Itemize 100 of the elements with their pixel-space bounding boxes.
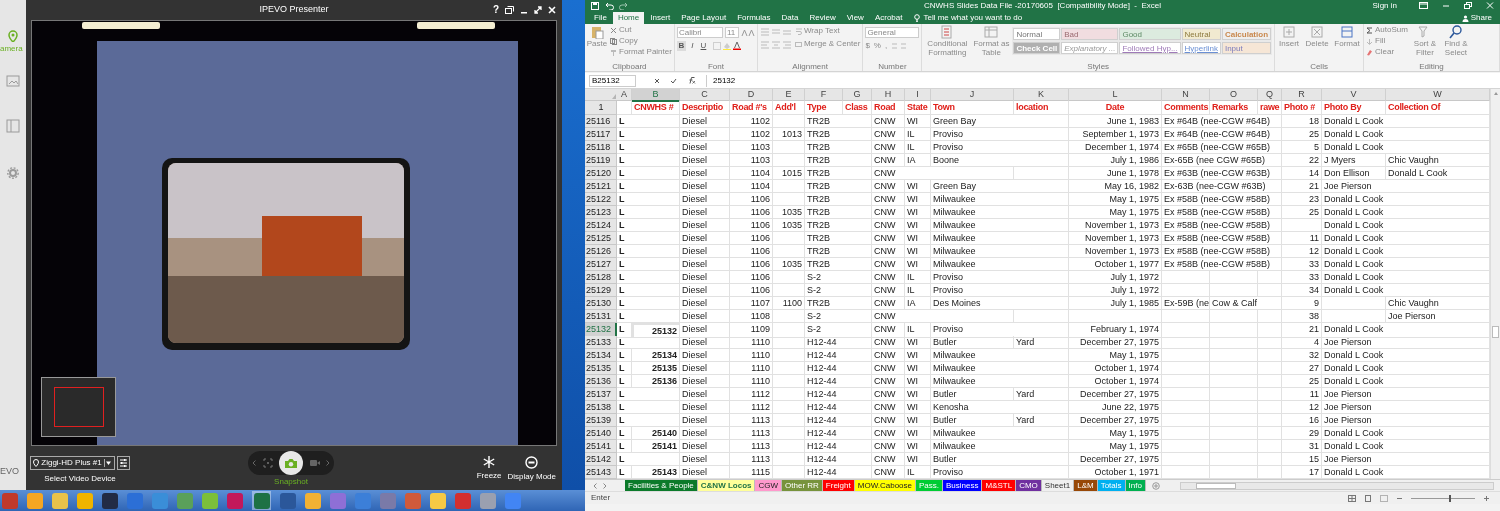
table-cell[interactable]: Diesel (680, 219, 730, 232)
table-cell[interactable]: November 1, 1973 (1069, 219, 1162, 232)
table-cell[interactable]: S-2 (805, 323, 872, 338)
table-cell[interactable]: 21 (1282, 180, 1322, 193)
empty-cell[interactable] (773, 284, 805, 297)
table-cell[interactable]: 1109 (730, 323, 773, 338)
table-cell[interactable]: TR2B (805, 206, 872, 219)
ribbon-tab[interactable]: Formulas (732, 12, 776, 24)
empty-cell[interactable] (773, 414, 805, 427)
table-cell[interactable]: CNW (872, 336, 905, 349)
row-number[interactable]: 25118 (585, 141, 617, 154)
table-cell[interactable]: CNW (872, 271, 905, 284)
table-cell[interactable]: December 27, 1975 (1069, 414, 1162, 427)
empty-cell[interactable] (773, 245, 805, 258)
table-cell[interactable]: CNW (872, 349, 905, 362)
table-cell[interactable]: WI (905, 219, 931, 232)
table-cell[interactable]: CNW (872, 167, 1014, 180)
table-cell[interactable]: Ex #64B (nee-CGW #64B) (1162, 115, 1282, 128)
horizontal-align-icon[interactable] (759, 41, 792, 49)
table-cell[interactable]: Joe Pierson (1322, 180, 1490, 193)
table-cell[interactable]: Diesel (680, 453, 730, 466)
table-cell[interactable]: Des Moines (931, 297, 1069, 310)
table-cell[interactable]: Joe Pierson (1322, 336, 1490, 349)
table-cell[interactable]: H12-44 (805, 440, 872, 453)
table-cell[interactable]: October 1, 1974 (1069, 375, 1162, 388)
table-cell[interactable]: 1113 (730, 453, 773, 466)
empty-cell[interactable] (773, 180, 805, 193)
table-cell[interactable]: Diesel (680, 375, 730, 388)
table-cell[interactable]: 11 (1282, 388, 1322, 401)
table-cell[interactable]: L (617, 284, 680, 297)
table-cell[interactable]: H12-44 (805, 427, 872, 440)
empty-cell[interactable] (773, 349, 805, 362)
table-cell[interactable]: Donald L Cook (1322, 219, 1490, 232)
empty-cell[interactable] (773, 362, 805, 375)
table-cell[interactable]: Milwaukee (931, 440, 1069, 453)
table-cell[interactable]: 27 (1282, 362, 1322, 375)
row-number[interactable]: 25143 (585, 466, 617, 479)
table-cell[interactable]: L (617, 206, 680, 219)
page-break-icon[interactable] (1380, 494, 1388, 502)
table-cell[interactable]: 25141 (632, 440, 680, 453)
table-cell[interactable]: CNW (872, 414, 905, 427)
horizontal-scrollbar[interactable] (1179, 481, 1494, 490)
table-cell[interactable]: Donald L Cook (1322, 375, 1490, 388)
empty-cell[interactable] (1162, 310, 1210, 323)
table-cell[interactable]: Ex #64B (nee-CGW #64B) (1162, 128, 1282, 141)
table-cell[interactable]: WI (905, 180, 931, 193)
table-cell[interactable]: Donald L Cook (1322, 206, 1490, 219)
column-letter[interactable]: C (680, 89, 730, 102)
fill-color-icon[interactable] (722, 42, 731, 50)
table-cell[interactable]: L (617, 297, 680, 310)
table-cell[interactable]: Proviso (931, 323, 1069, 338)
table-cell[interactable]: Ex #58B (nee-CGW #58B) (1162, 232, 1282, 245)
table-cell[interactable]: 38 (1282, 310, 1322, 323)
column-letter[interactable]: G (843, 89, 872, 102)
table-cell[interactable]: 1106 (730, 206, 773, 219)
empty-cell[interactable] (773, 115, 805, 128)
empty-cell[interactable] (1258, 271, 1282, 284)
table-cell[interactable]: IL (905, 323, 931, 338)
normal-view-icon[interactable] (1348, 494, 1356, 502)
empty-cell[interactable] (1162, 427, 1210, 440)
name-box[interactable]: B25132 (589, 74, 636, 87)
empty-cell[interactable] (1162, 362, 1210, 375)
zoom-slider[interactable] (1411, 494, 1475, 502)
row-number[interactable]: 25121 (585, 180, 617, 193)
vertical-align-icon[interactable] (759, 28, 792, 36)
table-cell[interactable]: WI (905, 193, 931, 206)
empty-cell[interactable] (773, 388, 805, 401)
table-cell[interactable]: 25 (1282, 375, 1322, 388)
table-cell[interactable]: L (617, 271, 680, 284)
maximize-icon[interactable] (534, 5, 542, 14)
empty-cell[interactable] (1282, 219, 1322, 232)
table-cell[interactable]: CNW (872, 128, 905, 141)
empty-cell[interactable] (1210, 414, 1258, 427)
empty-cell[interactable] (1210, 388, 1258, 401)
ribbon-tab[interactable]: Review (804, 12, 841, 24)
share-button[interactable]: Share (1461, 12, 1492, 24)
column-letter[interactable]: B (632, 89, 680, 102)
table-cell[interactable]: Diesel (680, 128, 730, 141)
row-number[interactable]: 25119 (585, 154, 617, 167)
table-cell[interactable]: June 22, 1975 (1069, 401, 1162, 414)
row-number[interactable]: 25124 (585, 219, 617, 232)
table-cell[interactable]: 14 (1282, 167, 1322, 180)
scrollbar-thumb[interactable] (1195, 482, 1236, 489)
empty-cell[interactable] (773, 401, 805, 414)
table-cell[interactable]: TR2B (805, 245, 872, 258)
empty-cell[interactable] (773, 310, 805, 323)
table-cell[interactable]: Diesel (680, 388, 730, 401)
bold-button[interactable]: B (676, 41, 686, 51)
row-number[interactable]: 25116 (585, 115, 617, 128)
table-cell[interactable]: H12-44 (805, 401, 872, 414)
table-cell[interactable]: TR2B (805, 180, 872, 193)
table-cell[interactable]: Yard (1014, 336, 1069, 349)
empty-cell[interactable] (1258, 310, 1282, 323)
empty-cell[interactable] (1322, 297, 1386, 310)
table-cell[interactable]: L (617, 232, 680, 245)
comma-button[interactable]: , (884, 41, 888, 51)
row-number[interactable]: 25123 (585, 206, 617, 219)
row-number[interactable]: 25126 (585, 245, 617, 258)
table-cell[interactable]: November 1, 1973 (1069, 232, 1162, 245)
table-cell[interactable]: Diesel (680, 297, 730, 310)
